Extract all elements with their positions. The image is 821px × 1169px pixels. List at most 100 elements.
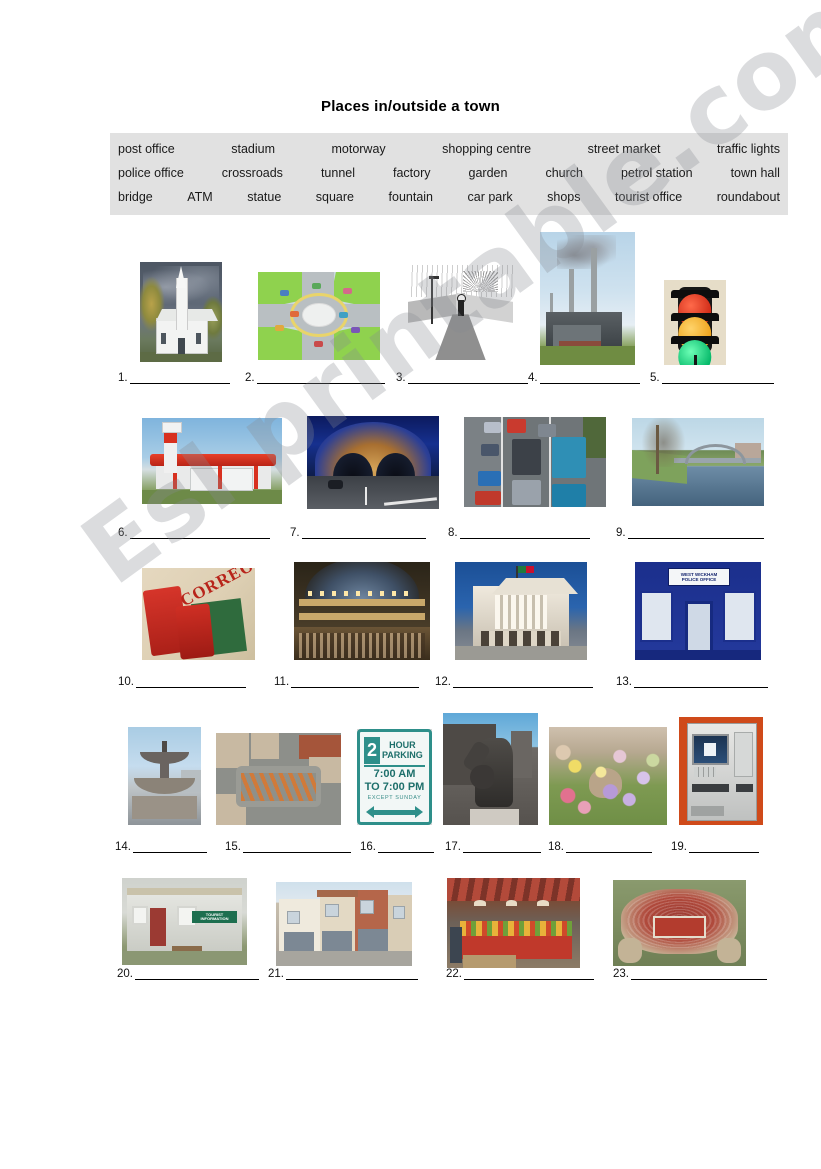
answer-line-1[interactable]: 1. bbox=[118, 372, 230, 384]
word-bank-row: police office crossroads tunnel factory … bbox=[116, 161, 782, 185]
item-number-15: 15. bbox=[225, 841, 241, 853]
answer-line-7[interactable]: 7. bbox=[290, 527, 426, 539]
car-park-time-to: TO 7:00 PM bbox=[364, 781, 425, 793]
answer-line-21[interactable]: 21. bbox=[268, 968, 418, 980]
word-tourist-office: tourist office bbox=[615, 190, 683, 204]
blank-rule[interactable] bbox=[634, 676, 768, 688]
picture-traffic-lights bbox=[664, 280, 726, 365]
answer-line-15[interactable]: 15. bbox=[225, 841, 351, 853]
word-stadium: stadium bbox=[231, 142, 276, 156]
answer-line-22[interactable]: 22. bbox=[446, 968, 594, 980]
answer-line-4[interactable]: 4. bbox=[528, 372, 640, 384]
word-shopping-centre: shopping centre bbox=[442, 142, 532, 156]
blank-rule[interactable] bbox=[689, 841, 759, 853]
blank-rule[interactable] bbox=[453, 676, 593, 688]
item-number-10: 10. bbox=[118, 676, 134, 688]
blank-rule[interactable] bbox=[407, 372, 528, 384]
word-factory: factory bbox=[393, 166, 431, 180]
answer-line-6[interactable]: 6. bbox=[118, 527, 270, 539]
answer-line-2[interactable]: 2. bbox=[245, 372, 385, 384]
item-number-12: 12. bbox=[435, 676, 451, 688]
picture-town-hall bbox=[455, 562, 587, 660]
picture-shopping-centre bbox=[294, 562, 430, 660]
item-number-14: 14. bbox=[115, 841, 131, 853]
tourist-office-sign: TOURIST INFORMATION bbox=[192, 911, 237, 924]
blank-rule[interactable] bbox=[566, 841, 652, 853]
picture-factory bbox=[540, 232, 635, 365]
blank-rule[interactable] bbox=[243, 841, 351, 853]
word-statue: statue bbox=[247, 190, 282, 204]
answer-line-9[interactable]: 9. bbox=[616, 527, 764, 539]
word-traffic-lights: traffic lights bbox=[716, 142, 780, 156]
answer-line-10[interactable]: 10. bbox=[118, 676, 246, 688]
blank-rule[interactable] bbox=[301, 527, 426, 539]
blank-rule[interactable] bbox=[627, 527, 764, 539]
blank-rule[interactable] bbox=[133, 841, 207, 853]
word-fountain: fountain bbox=[388, 190, 433, 204]
answer-line-17[interactable]: 17. bbox=[445, 841, 541, 853]
word-bank-row: bridge ATM statue square fountain car pa… bbox=[116, 185, 782, 209]
word-motorway: motorway bbox=[331, 142, 386, 156]
blank-rule[interactable] bbox=[286, 968, 418, 980]
word-street-market: street market bbox=[587, 142, 661, 156]
answer-line-16[interactable]: 16. bbox=[360, 841, 434, 853]
picture-shops bbox=[276, 882, 412, 966]
blank-rule[interactable] bbox=[136, 676, 246, 688]
word-town-hall: town hall bbox=[730, 166, 780, 180]
answer-line-14[interactable]: 14. bbox=[115, 841, 207, 853]
answer-line-11[interactable]: 11. bbox=[274, 676, 420, 688]
word-atm: ATM bbox=[187, 190, 213, 204]
word-church: church bbox=[545, 166, 583, 180]
worksheet-page: Places in/outside a town post office sta… bbox=[0, 0, 821, 1169]
word-car-park: car park bbox=[467, 190, 513, 204]
item-number-9: 9. bbox=[616, 527, 626, 539]
picture-fountain bbox=[128, 727, 201, 825]
answer-line-23[interactable]: 23. bbox=[613, 968, 767, 980]
picture-stadium bbox=[613, 880, 746, 966]
item-number-6: 6. bbox=[118, 527, 128, 539]
word-petrol-station: petrol station bbox=[620, 166, 693, 180]
word-post-office: post office bbox=[118, 142, 175, 156]
blank-rule[interactable] bbox=[291, 676, 420, 688]
answer-line-12[interactable]: 12. bbox=[435, 676, 593, 688]
picture-post-office: CORREOS bbox=[142, 568, 255, 660]
answer-line-8[interactable]: 8. bbox=[448, 527, 590, 539]
word-crossroads: crossroads bbox=[221, 166, 283, 180]
item-number-8: 8. bbox=[448, 527, 458, 539]
word-roundabout: roundabout bbox=[716, 190, 780, 204]
picture-street-market bbox=[447, 878, 580, 968]
word-bank: post office stadium motorway shopping ce… bbox=[110, 133, 788, 215]
answer-line-5[interactable]: 5. bbox=[650, 372, 774, 384]
item-number-2: 2. bbox=[245, 372, 255, 384]
item-number-18: 18. bbox=[548, 841, 564, 853]
word-bridge: bridge bbox=[118, 190, 153, 204]
blank-rule[interactable] bbox=[539, 372, 640, 384]
answer-line-13[interactable]: 13. bbox=[616, 676, 768, 688]
blank-rule[interactable] bbox=[256, 372, 385, 384]
word-shops: shops bbox=[547, 190, 581, 204]
item-number-21: 21. bbox=[268, 968, 284, 980]
word-bank-row: post office stadium motorway shopping ce… bbox=[116, 137, 782, 161]
car-park-hour-label: HOUR bbox=[389, 740, 416, 750]
blank-rule[interactable] bbox=[129, 527, 270, 539]
blank-rule[interactable] bbox=[129, 372, 230, 384]
blank-rule[interactable] bbox=[464, 968, 594, 980]
blank-rule[interactable] bbox=[135, 968, 259, 980]
blank-rule[interactable] bbox=[661, 372, 774, 384]
item-number-5: 5. bbox=[650, 372, 660, 384]
blank-rule[interactable] bbox=[463, 841, 541, 853]
picture-car-park-sign: 2 HOUR PARKING 7:00 AM TO 7:00 PM EXCEPT… bbox=[357, 729, 432, 825]
car-park-except-label: EXCEPT SUNDAY bbox=[367, 795, 422, 801]
page-title: Places in/outside a town bbox=[320, 98, 500, 115]
blank-rule[interactable] bbox=[378, 841, 434, 853]
item-number-17: 17. bbox=[445, 841, 461, 853]
answer-line-3[interactable]: 3. bbox=[396, 372, 528, 384]
picture-motorway bbox=[464, 417, 606, 507]
picture-tourist-office: TOURIST INFORMATION bbox=[122, 878, 247, 965]
answer-line-19[interactable]: 19. bbox=[671, 841, 759, 853]
blank-rule[interactable] bbox=[459, 527, 590, 539]
answer-line-18[interactable]: 18. bbox=[548, 841, 652, 853]
blank-rule[interactable] bbox=[631, 968, 767, 980]
item-number-1: 1. bbox=[118, 372, 128, 384]
answer-line-20[interactable]: 20. bbox=[117, 968, 259, 980]
